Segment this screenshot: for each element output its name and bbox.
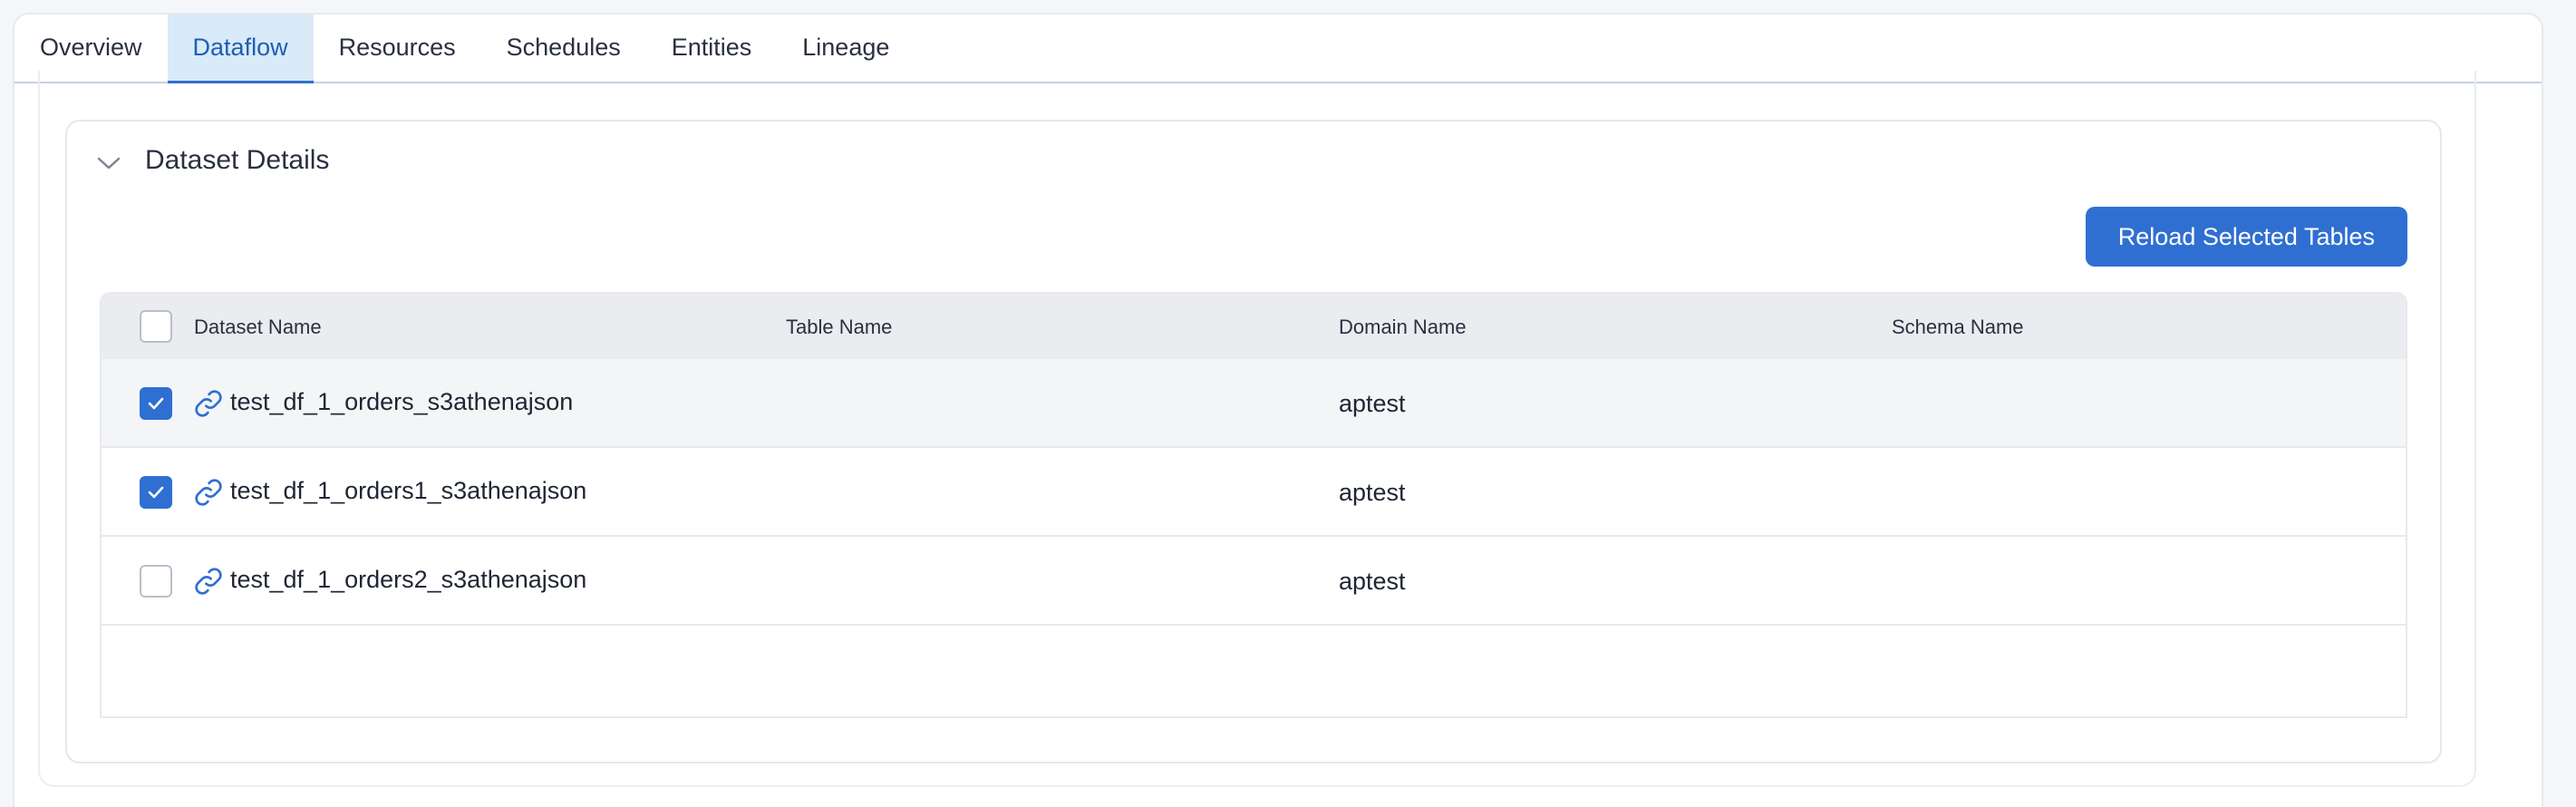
dataset-name-link[interactable]: test_df_1_orders_s3athenajson	[230, 388, 573, 416]
domain-name-cell: aptest	[1339, 390, 1406, 417]
panel-header[interactable]: Dataset Details	[67, 122, 2440, 203]
dataset-details-panel: Dataset Details Reload Selected Tables D…	[65, 120, 2442, 763]
table-header: Dataset Name Table Name Domain Name Sche…	[102, 294, 2406, 359]
select-all-checkbox[interactable]	[140, 310, 172, 343]
table-row[interactable]: test_df_1_orders2_s3athenajson aptest	[102, 537, 2406, 626]
header-dataset-name[interactable]: Dataset Name	[194, 316, 322, 339]
domain-name-cell: aptest	[1339, 568, 1406, 595]
row-checkbox[interactable]	[140, 565, 172, 598]
header-schema-name[interactable]: Schema Name	[1892, 316, 2024, 339]
dataset-name-link[interactable]: test_df_1_orders2_s3athenajson	[230, 566, 586, 594]
row-checkbox[interactable]	[140, 476, 172, 509]
link-icon[interactable]	[194, 478, 223, 507]
table-row[interactable]: test_df_1_orders_s3athenajson aptest	[102, 359, 2406, 448]
check-icon	[148, 397, 164, 410]
chevron-down-icon[interactable]	[96, 154, 121, 172]
dataset-name-link[interactable]: test_df_1_orders1_s3athenajson	[230, 477, 586, 505]
header-domain-name[interactable]: Domain Name	[1339, 316, 1467, 339]
dataset-table: Dataset Name Table Name Domain Name Sche…	[100, 292, 2407, 718]
row-checkbox[interactable]	[140, 387, 172, 420]
domain-name-cell: aptest	[1339, 479, 1406, 506]
link-icon[interactable]	[194, 389, 223, 418]
check-icon	[148, 486, 164, 499]
header-table-name[interactable]: Table Name	[786, 316, 892, 339]
reload-selected-tables-button[interactable]: Reload Selected Tables	[2085, 207, 2407, 267]
table-row[interactable]: test_df_1_orders1_s3athenajson aptest	[102, 448, 2406, 537]
link-icon[interactable]	[194, 567, 223, 596]
panel-title: Dataset Details	[145, 145, 330, 175]
